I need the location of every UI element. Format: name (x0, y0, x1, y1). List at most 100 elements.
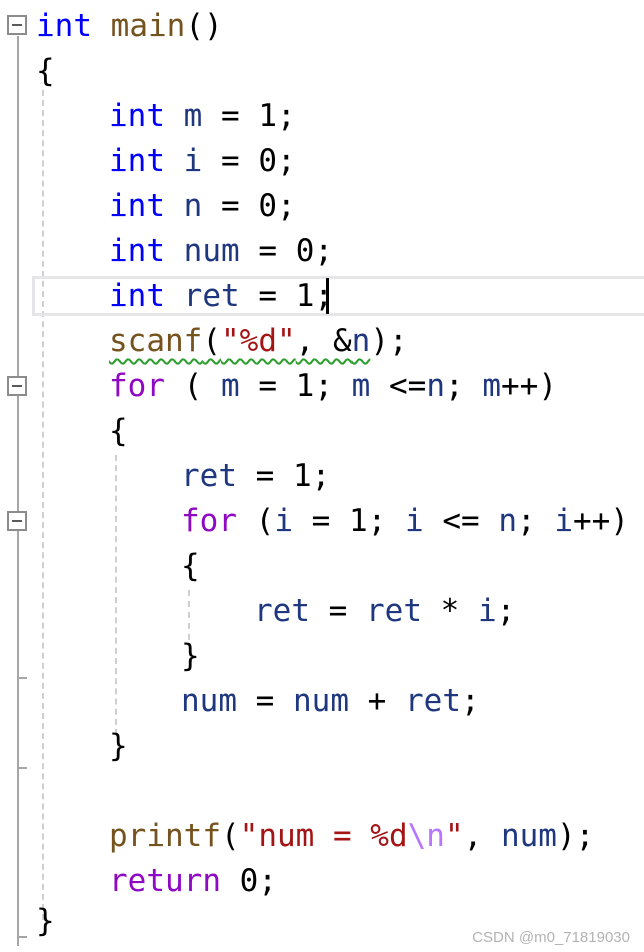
variable: n (498, 503, 517, 539)
code-line-current[interactable]: int ret = 1; (109, 274, 333, 319)
literal: 0; (295, 233, 334, 269)
outline-tick (17, 936, 27, 938)
punctuation: () (185, 8, 223, 44)
operator: = (258, 233, 278, 269)
string-literal: "%d" (221, 323, 296, 359)
code-line[interactable]: } (36, 899, 55, 944)
literal: = 1; (239, 368, 352, 404)
punctuation: ); (370, 323, 408, 359)
code-line[interactable]: { (109, 409, 128, 454)
brace: } (109, 728, 128, 764)
outline-tick (17, 767, 27, 769)
variable: ret (181, 458, 237, 494)
operator: = (310, 593, 366, 629)
operator: <= (370, 368, 427, 404)
code-line[interactable]: { (181, 544, 200, 589)
punctuation: , (463, 818, 501, 854)
brace: { (181, 548, 200, 584)
variable: i (554, 503, 573, 539)
code-line[interactable]: } (181, 634, 200, 679)
escape-sequence: \n (407, 818, 445, 854)
punctuation: ; (461, 683, 480, 719)
code-line[interactable]: printf("num = %d\n", num); (109, 814, 594, 859)
operator: = (221, 188, 240, 224)
indent-guide (188, 590, 190, 640)
code-line[interactable]: int m = 1; (109, 94, 296, 139)
operator: = (258, 278, 278, 314)
punctuation: ( (237, 503, 275, 539)
operator: <= (423, 503, 499, 539)
code-line[interactable]: num = num + ret; (181, 679, 480, 724)
literal: 1; (258, 98, 296, 134)
function-name: scanf (109, 323, 203, 359)
literal: 0; (220, 863, 277, 899)
literal: = 1; (293, 503, 405, 539)
function-name: printf (109, 818, 221, 854)
control-keyword: return (109, 863, 221, 899)
indent-guide (42, 90, 44, 920)
variable: m (221, 368, 240, 404)
code-line[interactable]: } (109, 724, 128, 769)
string-literal: "num = %d (239, 818, 408, 854)
punctuation: ; (516, 503, 555, 539)
punctuation: ( (220, 818, 240, 854)
watermark: CSDN @m0_71819030 (472, 929, 630, 946)
variable: i (478, 593, 497, 629)
collapse-inner-for-icon[interactable] (7, 511, 27, 531)
variable: m (351, 368, 371, 404)
keyword: int (109, 188, 165, 224)
code-line[interactable]: return 0; (109, 859, 277, 904)
punctuation: , & (295, 323, 352, 359)
keyword: int (109, 233, 165, 269)
code-editor[interactable]: int main() { int m = 1; int i = 0; int n… (0, 0, 644, 952)
outline-bar (17, 36, 19, 946)
code-line[interactable]: scanf("%d", &n); (109, 319, 408, 364)
operator: = (237, 683, 293, 719)
punctuation: ; (496, 593, 516, 629)
operator: = (221, 98, 240, 134)
variable: n (183, 188, 203, 224)
string-literal: " (444, 818, 464, 854)
keyword: int (109, 98, 165, 134)
code-line[interactable]: ret = ret * i; (254, 589, 515, 634)
variable: ret (254, 593, 310, 629)
variable: m (183, 98, 203, 134)
punctuation: ( (202, 323, 221, 359)
punctuation: ); (556, 818, 595, 854)
variable: num (500, 818, 557, 854)
variable: n (426, 368, 445, 404)
keyword: int (36, 8, 92, 44)
keyword: int (109, 278, 165, 314)
collapse-outer-for-icon[interactable] (7, 376, 27, 396)
variable: ret (405, 683, 461, 719)
variable: m (482, 368, 501, 404)
indent-guide (115, 455, 117, 735)
literal: 0; (258, 188, 296, 224)
operator: * (422, 593, 478, 629)
code-line[interactable]: ret = 1; (181, 454, 330, 499)
keyword: int (109, 143, 165, 179)
operator: ++) (501, 368, 557, 404)
punctuation: ; (445, 368, 483, 404)
variable: num (183, 233, 240, 269)
code-line[interactable]: for ( m = 1; m <=n; m++) (109, 364, 557, 409)
variable: i (404, 503, 424, 539)
punctuation: ( (183, 368, 221, 404)
code-line[interactable]: int main() (36, 4, 223, 49)
variable: ret (183, 278, 240, 314)
code-line[interactable]: for (i = 1; i <= n; i++) (181, 499, 629, 544)
operator: + (349, 683, 405, 719)
brace: } (36, 903, 55, 939)
variable: i (274, 503, 293, 539)
variable: n (351, 323, 371, 359)
code-line[interactable]: int n = 0; (109, 184, 296, 229)
brace: { (109, 413, 128, 449)
warning-squiggle[interactable]: scanf("%d", &n (109, 323, 370, 359)
code-line[interactable]: int i = 0; (109, 139, 296, 184)
brace: { (36, 53, 55, 89)
control-keyword: for (109, 368, 165, 404)
code-line[interactable]: { (36, 49, 55, 94)
code-line[interactable]: int num = 0; (109, 229, 333, 274)
collapse-main-icon[interactable] (7, 15, 27, 35)
variable: i (183, 143, 203, 179)
